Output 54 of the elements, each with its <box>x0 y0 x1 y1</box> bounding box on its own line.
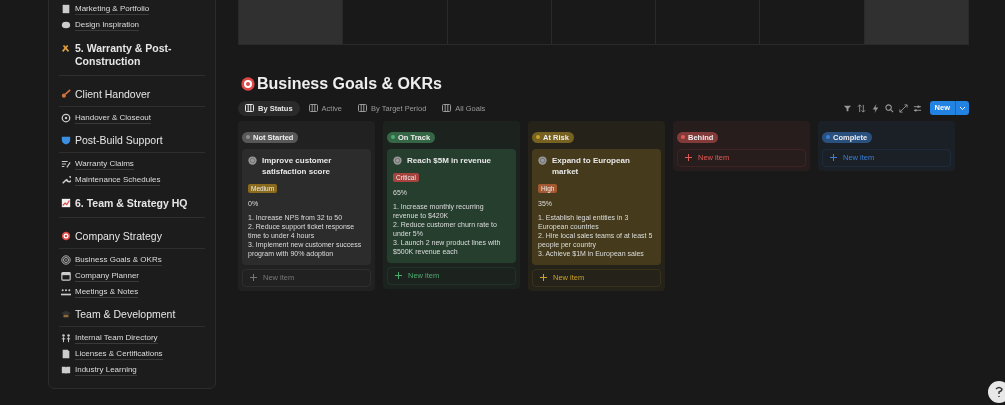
page-title: Business Goals & OKRs <box>257 74 442 94</box>
sidebar-heading: Team & Development <box>75 308 176 321</box>
sort-icon[interactable] <box>856 103 866 113</box>
sidebar-link[interactable]: Marketing & Portfolio <box>75 3 150 15</box>
sidebar-heading: Post-Build Support <box>75 134 163 147</box>
document-icon <box>61 4 71 14</box>
sidebar-link[interactable]: Internal Team Directory <box>75 332 158 344</box>
search-icon[interactable] <box>884 103 894 113</box>
sidebar-heading: Client Handover <box>75 88 151 101</box>
filter-icon[interactable] <box>842 103 852 113</box>
board-icon <box>442 104 452 112</box>
chevron-down-icon <box>959 105 966 111</box>
shield-icon <box>61 135 71 145</box>
target-icon <box>248 155 257 165</box>
book-icon <box>61 365 71 375</box>
target-icon <box>538 155 547 165</box>
plus-icon <box>830 154 837 161</box>
target-icon <box>61 231 71 241</box>
plus-icon <box>685 154 692 161</box>
sidebar-link[interactable]: Handover & Closeout <box>75 112 152 124</box>
chat-bubble-icon <box>61 20 71 30</box>
board-icon <box>245 104 254 112</box>
list-check-icon <box>61 159 71 169</box>
sidebar-link[interactable]: Warranty Claims <box>75 158 134 170</box>
sidebar-link[interactable]: Industry Learning <box>75 364 137 376</box>
board-icon <box>358 104 368 112</box>
sidebar-heading: 5. Warranty & Post-Construction <box>75 42 173 68</box>
expand-icon[interactable] <box>898 103 908 113</box>
document-icon <box>61 349 71 359</box>
sidebar-link[interactable]: Maintenance Schedules <box>75 174 161 186</box>
settings-icon[interactable] <box>912 103 922 113</box>
sidebar-heading: 6. Team & Strategy HQ <box>75 197 188 210</box>
card-title: Improve customer satisfaction score <box>262 154 333 177</box>
chart-icon <box>61 198 71 208</box>
target-icon <box>393 155 402 165</box>
lightning-icon[interactable] <box>870 103 880 113</box>
sidebar-link[interactable]: Company Planner <box>75 270 140 282</box>
help-button[interactable] <box>988 381 1005 403</box>
question-icon <box>994 386 1004 398</box>
key-icon <box>61 89 71 99</box>
target-icon <box>61 255 71 265</box>
card-title: Expand to European market <box>552 154 631 177</box>
sidebar-heading: Company Strategy <box>75 230 162 243</box>
calendar-icon <box>61 271 71 281</box>
board-icon <box>308 104 318 112</box>
sidebar-link[interactable]: Licenses & Certifications <box>75 348 163 360</box>
target-icon <box>240 76 256 92</box>
plus-icon <box>540 274 547 281</box>
plus-icon <box>250 274 257 281</box>
sidebar-link[interactable]: Business Goals & OKRs <box>75 254 162 266</box>
sidebar-link[interactable]: Design Inspiration <box>75 19 140 31</box>
plus-icon <box>395 272 402 279</box>
sidebar-link[interactable]: Meetings & Notes <box>75 286 139 298</box>
card-title: Reach $5M in revenue <box>407 154 492 166</box>
